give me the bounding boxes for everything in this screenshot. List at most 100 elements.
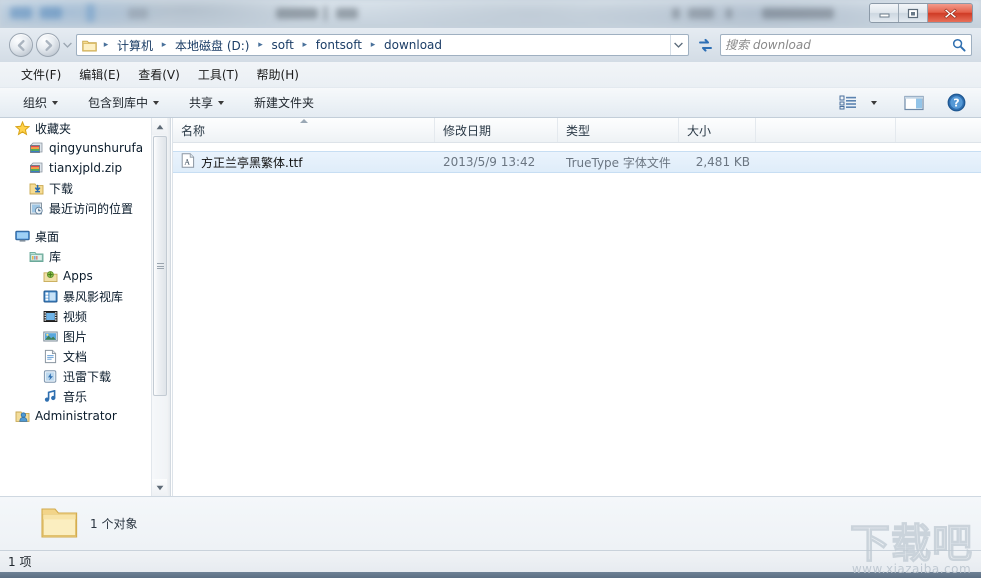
explorer-window: ▸ 计算机 ▸ 本地磁盘 (D:) ▸ soft ▸ fontsoft ▸ download bbox=[0, 0, 981, 578]
view-list-icon bbox=[839, 95, 856, 110]
scrollbar-grip bbox=[156, 262, 164, 271]
back-button[interactable] bbox=[9, 33, 33, 57]
sidebar-item-13[interactable]: 迅雷下载 bbox=[42, 366, 164, 386]
sidebar-item-9[interactable]: 暴风影视库 bbox=[42, 286, 164, 306]
window-controls bbox=[869, 3, 973, 23]
column-header-3[interactable]: 类型 bbox=[558, 118, 679, 142]
titlebar-ghost-10 bbox=[726, 8, 732, 19]
title-bar[interactable] bbox=[0, 0, 981, 28]
share-button[interactable]: 共享 bbox=[180, 90, 233, 115]
breadcrumb-item-3[interactable]: soft bbox=[267, 36, 297, 54]
help-icon: ? bbox=[947, 93, 965, 112]
status-text: 1 项 bbox=[8, 555, 32, 569]
table-row[interactable]: A 方正兰亭黑繁体.ttf 2013/5/9 13:42 TrueType 字体文件 2… bbox=[173, 151, 981, 173]
recent-locations-button[interactable] bbox=[62, 41, 73, 49]
titlebar-ghost-3 bbox=[86, 4, 95, 22]
organize-button[interactable]: 组织 bbox=[14, 90, 67, 115]
forward-arrow-icon bbox=[44, 39, 52, 51]
chevron-down-icon bbox=[153, 100, 160, 105]
navigation-bar: ▸ 计算机 ▸ 本地磁盘 (D:) ▸ soft ▸ fontsoft ▸ download bbox=[0, 28, 981, 62]
sort-ascending-icon bbox=[299, 119, 308, 123]
minimize-icon bbox=[879, 13, 889, 18]
sidebar-item-12[interactable]: 文档 bbox=[42, 346, 164, 366]
sidebar-item-2[interactable]: qingyunshurufa bbox=[28, 138, 164, 158]
search-icon[interactable] bbox=[951, 37, 967, 53]
forward-button[interactable] bbox=[36, 33, 60, 57]
address-dropdown-button[interactable] bbox=[670, 35, 686, 55]
pane-splitter[interactable] bbox=[167, 118, 171, 496]
menu-item-3[interactable]: 查看(V) bbox=[129, 63, 189, 86]
search-box[interactable] bbox=[720, 34, 972, 56]
sidebar-item-label: Apps bbox=[63, 269, 93, 283]
menu-item-5[interactable]: 帮助(H) bbox=[248, 63, 308, 86]
scroll-down-button[interactable] bbox=[152, 479, 167, 496]
menu-item-4[interactable]: 工具(T) bbox=[189, 63, 248, 86]
recent-places-icon bbox=[28, 200, 44, 216]
file-modified-cell: 2013/5/9 13:42 bbox=[443, 155, 536, 169]
close-button[interactable] bbox=[928, 4, 972, 22]
scroll-up-button[interactable] bbox=[152, 118, 167, 135]
titlebar-ghost-6 bbox=[324, 6, 327, 21]
file-list-pane[interactable]: 名称 修改日期 类型 大小 A 方正兰亭黑繁体.ttf 2013/5/9 13:42 Tru… bbox=[172, 118, 981, 496]
sidebar-item-14[interactable]: 音乐 bbox=[42, 386, 164, 406]
file-type-cell: TrueType 字体文件 bbox=[566, 155, 671, 170]
breadcrumb-item-1[interactable]: 计算机 bbox=[113, 35, 157, 55]
details-pane: 1 个对象 bbox=[0, 496, 981, 550]
sidebar-item-11[interactable]: 图片 bbox=[42, 326, 164, 346]
font-file-icon: A bbox=[181, 153, 195, 171]
sidebar-item-15[interactable]: Administrator bbox=[14, 406, 164, 426]
address-bar[interactable]: ▸ 计算机 ▸ 本地磁盘 (D:) ▸ soft ▸ fontsoft ▸ download bbox=[76, 34, 689, 56]
sidebar-item-6[interactable]: 桌面 bbox=[14, 226, 164, 246]
column-header-2[interactable]: 修改日期 bbox=[435, 118, 558, 142]
sidebar-item-8[interactable]: Apps bbox=[42, 266, 164, 286]
column-header-5[interactable] bbox=[756, 118, 896, 142]
library-icon bbox=[28, 248, 44, 264]
titlebar-ghost-8 bbox=[672, 8, 680, 19]
scrollbar-thumb[interactable] bbox=[153, 136, 167, 396]
chevron-down-icon bbox=[218, 100, 225, 105]
chevron-down-icon bbox=[871, 100, 877, 105]
svg-text:?: ? bbox=[953, 97, 959, 110]
sidebar-item-7[interactable]: 库 bbox=[28, 246, 164, 266]
sidebar-item-label: 桌面 bbox=[35, 229, 60, 244]
include-in-library-label: 包含到库中 bbox=[88, 96, 149, 110]
new-folder-button[interactable]: 新建文件夹 bbox=[245, 90, 323, 115]
sidebar-item-label: 下载 bbox=[49, 181, 74, 196]
menu-item-1[interactable]: 文件(F) bbox=[12, 63, 70, 86]
breadcrumb-item-5[interactable]: download bbox=[380, 36, 446, 54]
menu-item-2[interactable]: 编辑(E) bbox=[70, 63, 129, 86]
content-area: 收藏夹 qingyunshurufa tianxjpld.zip 下载最近访问的位置桌… bbox=[0, 118, 981, 496]
address-folder-icon bbox=[81, 37, 97, 53]
maximize-button[interactable] bbox=[899, 4, 928, 22]
desktop-icon bbox=[14, 228, 30, 244]
search-input[interactable] bbox=[725, 38, 951, 52]
breadcrumb-separator-icon: ▸ bbox=[258, 39, 263, 50]
sidebar-item-4[interactable]: 下载 bbox=[28, 178, 164, 198]
breadcrumb-item-4[interactable]: fontsoft bbox=[312, 36, 366, 54]
command-bar-right-group: ? bbox=[833, 92, 971, 114]
sidebar-item-10[interactable]: 视频 bbox=[42, 306, 164, 326]
sidebar-item-label: 迅雷下载 bbox=[63, 369, 112, 384]
downloads-icon bbox=[28, 180, 44, 196]
share-label: 共享 bbox=[189, 96, 214, 110]
view-dropdown-button[interactable] bbox=[865, 92, 883, 114]
sidebar-item-label: 最近访问的位置 bbox=[49, 201, 134, 216]
file-name-cell[interactable]: A 方正兰亭黑繁体.ttf bbox=[173, 153, 435, 171]
sidebar-item-label: 库 bbox=[49, 249, 62, 264]
change-view-button[interactable] bbox=[833, 92, 863, 114]
sidebar-item-3[interactable]: tianxjpld.zip bbox=[28, 158, 164, 178]
sidebar-item-label: 暴风影视库 bbox=[63, 289, 124, 304]
include-in-library-button[interactable]: 包含到库中 bbox=[79, 90, 168, 115]
help-button[interactable]: ? bbox=[941, 92, 971, 114]
apps-icon bbox=[42, 268, 58, 284]
sidebar-item-5[interactable]: 最近访问的位置 bbox=[28, 198, 164, 218]
refresh-button[interactable] bbox=[694, 34, 716, 56]
column-header-1[interactable]: 名称 bbox=[173, 118, 435, 142]
navigation-pane-scrollbar[interactable] bbox=[151, 118, 167, 496]
preview-pane-button[interactable] bbox=[899, 92, 929, 114]
column-header-4[interactable]: 大小 bbox=[679, 118, 756, 142]
navigation-pane[interactable]: 收藏夹 qingyunshurufa tianxjpld.zip 下载最近访问的位置桌… bbox=[0, 118, 167, 496]
breadcrumb-item-2[interactable]: 本地磁盘 (D:) bbox=[171, 35, 253, 55]
minimize-button[interactable] bbox=[870, 4, 899, 22]
sidebar-item-1[interactable]: 收藏夹 bbox=[14, 118, 164, 138]
